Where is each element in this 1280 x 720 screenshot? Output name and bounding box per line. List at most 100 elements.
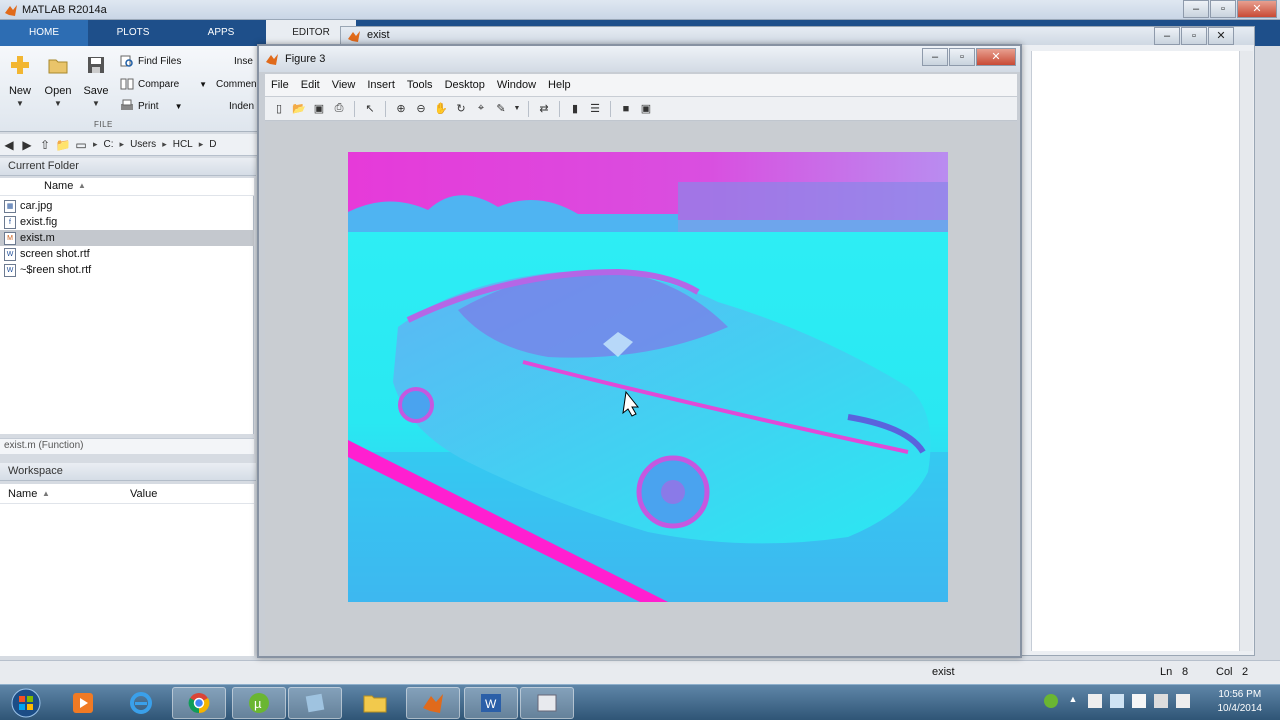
explorer-button[interactable] xyxy=(348,687,402,719)
brush-icon[interactable]: ✎ xyxy=(493,101,509,117)
maximize-button[interactable]: ▫ xyxy=(949,48,975,66)
close-button[interactable]: ✕ xyxy=(1237,0,1277,18)
compare-button[interactable]: Compare ▼ xyxy=(120,75,207,93)
find-files-button[interactable]: Find Files xyxy=(120,52,181,70)
menu-file[interactable]: File xyxy=(265,79,295,91)
system-clock[interactable]: 10:56 PM 10/4/2014 xyxy=(1218,688,1263,716)
save-button[interactable]: Save ▼ xyxy=(78,54,114,108)
new-figure-icon[interactable]: ▯ xyxy=(271,101,287,117)
network-icon[interactable] xyxy=(1110,694,1124,708)
signal-icon[interactable] xyxy=(1154,694,1168,708)
figure-window: Figure 3 – ▫ ✕ File Edit View Insert Too… xyxy=(257,44,1022,658)
list-item-selected[interactable]: M exist.m xyxy=(0,230,254,246)
forward-arrow-icon[interactable]: ▶ xyxy=(18,138,36,152)
print-button[interactable]: Print ▼ xyxy=(120,97,182,115)
figure-taskbar-button[interactable] xyxy=(520,687,574,719)
menu-edit[interactable]: Edit xyxy=(295,79,326,91)
clock-date: 10/4/2014 xyxy=(1217,703,1263,714)
find-files-label: Find Files xyxy=(138,55,182,67)
flag-icon[interactable] xyxy=(1088,694,1102,708)
list-item[interactable]: W ~$reen shot.rtf xyxy=(4,262,254,278)
minimize-button[interactable]: – xyxy=(1183,0,1209,18)
hide-plot-tools-icon[interactable]: ■ xyxy=(618,101,634,117)
details-panel: exist.m (Function) xyxy=(0,438,254,454)
new-plus-icon xyxy=(11,56,29,74)
close-button[interactable]: ✕ xyxy=(976,48,1016,66)
media-player-icon xyxy=(73,693,93,713)
start-button[interactable] xyxy=(0,687,52,719)
new-label: New xyxy=(8,85,31,97)
restore-button[interactable]: ▫ xyxy=(1181,27,1207,45)
chrome-button[interactable] xyxy=(172,687,226,719)
up-folder-icon[interactable]: ⇧ xyxy=(36,138,54,152)
data-cursor-icon[interactable]: ⌖ xyxy=(473,101,489,117)
volume-icon[interactable] xyxy=(1176,694,1190,708)
list-item[interactable]: W screen shot.rtf xyxy=(4,246,254,262)
list-item[interactable]: f exist.fig xyxy=(4,214,254,230)
link-plot-icon[interactable]: ⇄ xyxy=(536,101,552,117)
figure-canvas[interactable] xyxy=(265,122,1017,654)
menu-desktop[interactable]: Desktop xyxy=(439,79,491,91)
chevron-up-icon[interactable]: ▲ xyxy=(1066,694,1080,708)
tab-home[interactable]: HOME xyxy=(0,20,88,46)
minimize-button[interactable]: – xyxy=(922,48,948,66)
breadcrumb-d[interactable]: D xyxy=(206,139,219,150)
compare-icon xyxy=(120,78,134,90)
matlab-logo-icon xyxy=(423,694,443,713)
edit-plot-arrow-icon[interactable]: ↖ xyxy=(362,101,378,117)
word-icon: W xyxy=(481,694,501,712)
media-player-button[interactable] xyxy=(56,687,110,719)
breadcrumb-hcl[interactable]: HCL xyxy=(170,139,196,150)
insert-button[interactable]: Inse xyxy=(234,52,253,70)
power-icon[interactable] xyxy=(1132,694,1146,708)
comment-button[interactable]: Commen xyxy=(216,75,257,93)
matlab-taskbar-button[interactable] xyxy=(406,687,460,719)
utorrent-button[interactable]: µ xyxy=(232,687,286,719)
maximize-button[interactable]: ▫ xyxy=(1210,0,1236,18)
colorbar-icon[interactable]: ▮ xyxy=(567,101,583,117)
indent-button[interactable]: Inden xyxy=(229,97,254,115)
tab-apps[interactable]: APPS xyxy=(178,20,264,46)
rotate-3d-icon[interactable]: ↻ xyxy=(453,101,469,117)
pan-hand-icon[interactable]: ✋ xyxy=(433,101,449,117)
word-button[interactable]: W xyxy=(464,687,518,719)
figure-title-bar[interactable]: Figure 3 – ▫ ✕ xyxy=(259,46,1020,72)
open-file-icon[interactable]: 📂 xyxy=(291,101,307,117)
menu-help[interactable]: Help xyxy=(542,79,577,91)
editor-document[interactable] xyxy=(1031,51,1253,651)
print-figure-icon[interactable]: ⎙ xyxy=(331,101,347,117)
close-button[interactable]: ✕ xyxy=(1208,27,1234,45)
workspace-name-column[interactable]: Name xyxy=(8,488,37,500)
car-image-svg xyxy=(348,152,948,602)
menu-window[interactable]: Window xyxy=(491,79,542,91)
tab-plots[interactable]: PLOTS xyxy=(88,20,178,46)
legend-icon[interactable]: ☰ xyxy=(587,101,603,117)
open-button[interactable]: Open ▼ xyxy=(40,54,76,108)
menu-view[interactable]: View xyxy=(326,79,362,91)
tray-app-icon[interactable] xyxy=(1044,694,1058,708)
breadcrumb-c[interactable]: C: xyxy=(101,139,117,150)
vertical-scrollbar[interactable] xyxy=(1239,51,1253,651)
browse-folder-icon[interactable]: 📁 xyxy=(54,138,72,152)
zoom-in-icon[interactable]: ⊕ xyxy=(393,101,409,117)
minimize-button[interactable]: – xyxy=(1154,27,1180,45)
back-arrow-icon[interactable]: ◀ xyxy=(0,138,18,152)
app-button[interactable] xyxy=(288,687,342,719)
name-column-header[interactable]: Name xyxy=(44,180,73,192)
show-plot-tools-icon[interactable]: ▣ xyxy=(638,101,654,117)
image-file-icon: ▦ xyxy=(4,199,16,213)
chevron-down-icon: ▼ xyxy=(92,99,100,108)
windows-start-icon xyxy=(11,688,41,718)
breadcrumb-users[interactable]: Users xyxy=(127,139,159,150)
zoom-out-icon[interactable]: ⊖ xyxy=(413,101,429,117)
menu-tools[interactable]: Tools xyxy=(401,79,439,91)
list-item[interactable]: ▦ car.jpg xyxy=(4,198,254,214)
workspace-value-column[interactable]: Value xyxy=(130,488,157,500)
internet-explorer-button[interactable] xyxy=(114,687,168,719)
menu-insert[interactable]: Insert xyxy=(361,79,401,91)
clock-time: 10:56 PM xyxy=(1218,689,1262,700)
new-button[interactable]: New ▼ xyxy=(2,54,38,108)
utorrent-icon: µ xyxy=(249,693,269,713)
save-figure-icon[interactable]: ▣ xyxy=(311,101,327,117)
chevron-down-icon[interactable]: ▼ xyxy=(513,101,521,117)
